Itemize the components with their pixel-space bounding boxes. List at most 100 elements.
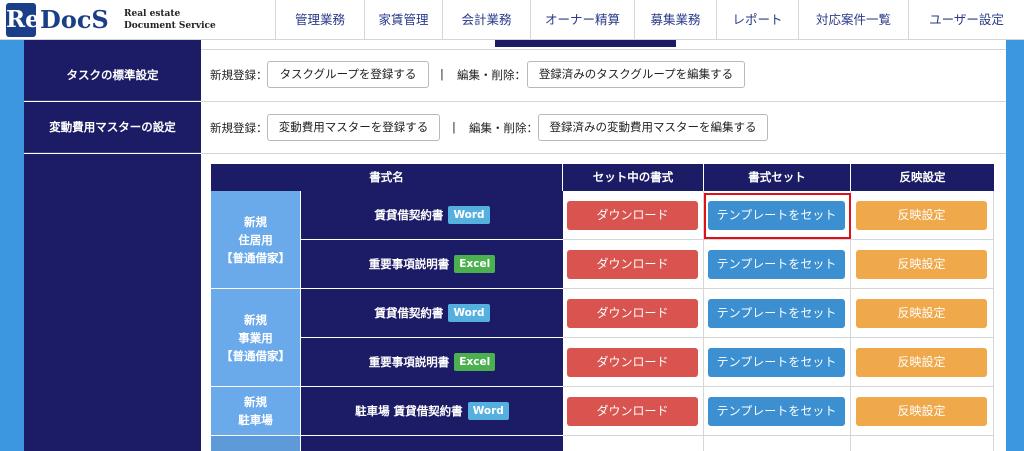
current-format-cell: ダウンロード (563, 387, 704, 436)
highlight-box (704, 193, 851, 239)
header-current-format: セット中の書式 (563, 164, 704, 191)
category-parking: 新規 駐車場 (211, 387, 300, 436)
nav-recruitment[interactable]: 募集業務 (634, 0, 716, 40)
task-edit-label: 編集・削除： (457, 68, 526, 82)
format-table: 書式名 セット中の書式 書式セット 反映設定 新規 住居用 【普通借家】 新規 … (211, 164, 994, 451)
download-button[interactable]: ダウンロード (567, 348, 698, 377)
format-name-cell: 重要事項説明書 Excel (300, 338, 563, 387)
reflect-cell: 反映設定 (851, 240, 994, 289)
frame-right (1006, 40, 1024, 451)
nav-rent-management[interactable]: 家賃管理 (364, 0, 442, 40)
set-template-button[interactable]: テンプレートをセット (708, 397, 845, 426)
word-badge: Word (448, 206, 490, 224)
category-next (211, 436, 300, 451)
active-nav-indicator (495, 40, 676, 47)
download-button[interactable]: ダウンロード (567, 250, 698, 279)
excel-badge: Excel (454, 255, 496, 273)
sidebar-strip (24, 40, 201, 50)
nav-management[interactable]: 管理業務 (275, 0, 364, 40)
format-set-cell: テンプレートをセット (704, 338, 851, 387)
category-line: 住居用 (238, 232, 273, 247)
top-navigation-bar: Re DocS Real estate Document Service 管理業… (0, 0, 1024, 40)
reflect-cell-next (851, 436, 994, 451)
download-button[interactable]: ダウンロード (567, 397, 698, 426)
task-separator: | (440, 67, 444, 81)
format-name: 駐車場 賃貸借契約書 (355, 404, 463, 418)
word-badge: Word (448, 304, 490, 322)
format-name-cell: 駐車場 賃貸借契約書 Word (300, 387, 563, 436)
download-button[interactable]: ダウンロード (567, 201, 698, 230)
nav-reports[interactable]: レポート (716, 0, 798, 40)
reflect-cell: 反映設定 (851, 387, 994, 436)
format-name-cell-next (300, 436, 563, 451)
register-cost-master-button[interactable]: 変動費用マスターを登録する (267, 114, 440, 141)
format-name: 重要事項説明書 (368, 257, 450, 271)
logo-tagline-line1: Real estate (124, 9, 181, 19)
row-divider (201, 101, 1006, 102)
current-format-cell: ダウンロード (563, 240, 704, 289)
format-set-cell: テンプレートをセット (704, 240, 851, 289)
format-name: 賃貸借契約書 (374, 208, 444, 222)
current-format-cell: ダウンロード (563, 338, 704, 387)
reflect-settings-button[interactable]: 反映設定 (856, 397, 987, 426)
cost-separator: | (452, 120, 456, 134)
task-new-label: 新規登録： (210, 68, 268, 82)
nav-accounting[interactable]: 会計業務 (442, 0, 530, 40)
download-button[interactable]: ダウンロード (567, 299, 698, 328)
reflect-settings-button[interactable]: 反映設定 (856, 348, 987, 377)
format-name-cell: 賃貸借契約書 Word (300, 191, 563, 240)
excel-badge: Excel (454, 353, 496, 371)
category-line: 新規 (244, 312, 267, 327)
nav-case-list[interactable]: 対応案件一覧 (798, 0, 908, 40)
set-template-button[interactable]: テンプレートをセット (708, 348, 845, 377)
set-template-button[interactable]: テンプレートをセット (708, 299, 845, 328)
reflect-settings-button[interactable]: 反映設定 (856, 299, 987, 328)
frame-left (0, 40, 24, 451)
reflect-cell: 反映設定 (851, 338, 994, 387)
format-settings-sidebar (24, 154, 201, 451)
category-business: 新規 事業用 【普通借家】 (211, 289, 300, 387)
logo-badge: Re (6, 3, 40, 37)
reflect-cell: 反映設定 (851, 191, 994, 240)
cost-edit-label: 編集・削除： (469, 121, 538, 135)
format-set-cell-next (704, 436, 851, 451)
header-format-name: 書式名 (211, 164, 563, 191)
current-format-cell-next (563, 436, 704, 451)
category-line: 【普通借家】 (221, 348, 290, 363)
set-template-button[interactable]: テンプレートをセット (708, 250, 845, 279)
nav-owner-settlement[interactable]: オーナー精算 (530, 0, 634, 40)
row-divider (201, 49, 1006, 50)
redocs-logo[interactable]: Re DocS Real estate Document Service (6, 3, 216, 37)
format-name: 賃貸借契約書 (374, 306, 444, 320)
settings-content: タスクの標準設定 新規登録： タスクグループを登録する | 編集・削除： 登録済… (24, 40, 1006, 451)
header-reflect-settings: 反映設定 (851, 164, 994, 191)
category-line: 新規 (244, 395, 267, 409)
task-settings-label: タスクの標準設定 (24, 50, 201, 101)
edit-task-group-button[interactable]: 登録済みのタスクグループを編集する (527, 61, 745, 88)
reflect-cell: 反映設定 (851, 289, 994, 338)
reflect-settings-button[interactable]: 反映設定 (856, 201, 987, 230)
nav-user-settings[interactable]: ユーザー設定 (908, 0, 1024, 40)
category-residential: 新規 住居用 【普通借家】 (211, 191, 300, 289)
format-set-cell: テンプレートをセット (704, 289, 851, 338)
current-format-cell: ダウンロード (563, 191, 704, 240)
cost-master-label: 変動費用マスターの設定 (24, 102, 201, 153)
format-name: 重要事項説明書 (368, 355, 450, 369)
reflect-settings-button[interactable]: 反映設定 (856, 250, 987, 279)
header-format-set: 書式セット (704, 164, 851, 191)
register-task-group-button[interactable]: タスクグループを登録する (267, 61, 429, 88)
current-format-cell: ダウンロード (563, 289, 704, 338)
format-set-cell: テンプレートをセット (704, 387, 851, 436)
format-name-cell: 重要事項説明書 Excel (300, 240, 563, 289)
cost-new-label: 新規登録： (210, 121, 268, 135)
row-divider (201, 153, 1006, 154)
word-badge: Word (467, 402, 509, 420)
category-line: 【普通借家】 (221, 250, 290, 265)
category-line: 事業用 (238, 330, 273, 345)
category-line: 駐車場 (238, 413, 273, 427)
logo-wordmark: DocS (40, 5, 109, 34)
format-name-cell: 賃貸借契約書 Word (300, 289, 563, 338)
category-line: 新規 (244, 214, 267, 229)
logo-tagline-line2: Document Service (124, 21, 216, 31)
edit-cost-master-button[interactable]: 登録済みの変動費用マスターを編集する (538, 114, 768, 141)
